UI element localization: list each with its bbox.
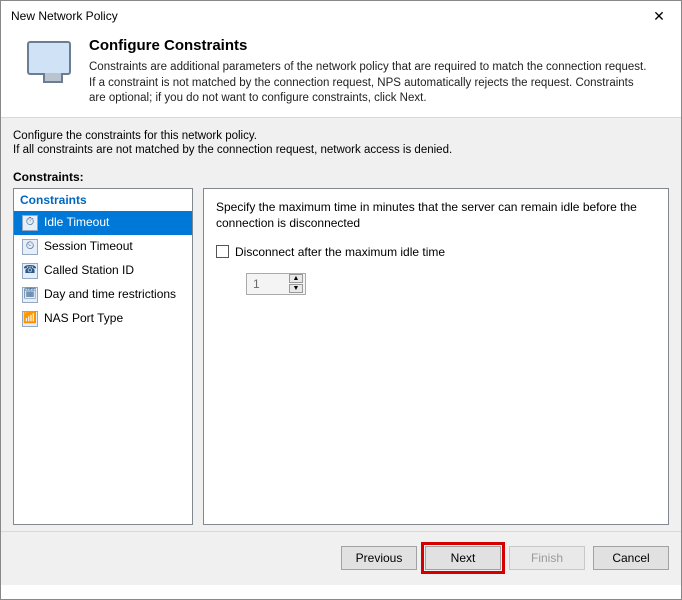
instruction-line-2: If all constraints are not matched by th…: [13, 144, 669, 156]
tree-item-session-timeout[interactable]: ⏲ Session Timeout: [14, 235, 192, 259]
tree-item-called-station-id[interactable]: ☎ Called Station ID: [14, 259, 192, 283]
idle-minutes-spinner[interactable]: 1 ▲ ▼: [246, 273, 306, 295]
constraint-detail-panel: Specify the maximum time in minutes that…: [203, 188, 669, 525]
chevron-down-icon[interactable]: ▼: [289, 284, 303, 293]
phone-icon: ☎: [22, 263, 38, 279]
heading-text: Configure Constraints Constraints are ad…: [89, 37, 649, 107]
calendar-icon: 🗓: [22, 287, 38, 303]
tree-item-day-time-restrictions[interactable]: 🗓 Day and time restrictions: [14, 283, 192, 307]
tree-item-idle-timeout[interactable]: ⏱ Idle Timeout: [14, 211, 192, 235]
tree-item-nas-port-type[interactable]: 📶 NAS Port Type: [14, 307, 192, 331]
wizard-body: Configure the constraints for this netwo…: [1, 117, 681, 531]
next-button[interactable]: Next: [425, 546, 501, 570]
cancel-button[interactable]: Cancel: [593, 546, 669, 570]
tree-item-label: Called Station ID: [44, 263, 134, 277]
disconnect-checkbox-label: Disconnect after the maximum idle time: [235, 245, 445, 259]
constraints-tree: Constraints ⏱ Idle Timeout ⏲ Session Tim…: [13, 188, 193, 525]
spinner-value: 1: [253, 277, 289, 291]
tree-item-label: Idle Timeout: [44, 215, 109, 229]
instruction-line-1: Configure the constraints for this netwo…: [13, 130, 669, 142]
disconnect-checkbox[interactable]: [216, 245, 229, 258]
wizard-header: Configure Constraints Constraints are ad…: [1, 31, 681, 117]
titlebar: New Network Policy ✕: [1, 1, 681, 31]
wizard-footer: Previous Next Finish Cancel: [1, 531, 681, 585]
close-icon[interactable]: ✕: [637, 1, 681, 31]
tree-item-label: Session Timeout: [44, 239, 133, 253]
constraints-section-label: Constraints:: [13, 170, 669, 184]
page-description: Constraints are additional parameters of…: [89, 60, 649, 107]
previous-button[interactable]: Previous: [341, 546, 417, 570]
window-title: New Network Policy: [11, 9, 118, 23]
clock-icon: ⏱: [22, 215, 38, 231]
constraints-tree-header: Constraints: [14, 189, 192, 211]
finish-button: Finish: [509, 546, 585, 570]
tree-item-label: NAS Port Type: [44, 311, 123, 325]
page-title: Configure Constraints: [89, 37, 649, 54]
chevron-up-icon[interactable]: ▲: [289, 274, 303, 283]
tree-item-label: Day and time restrictions: [44, 287, 176, 301]
constraint-description: Specify the maximum time in minutes that…: [216, 199, 656, 231]
antenna-icon: 📶: [22, 311, 38, 327]
policy-icon: [21, 41, 77, 97]
timer-icon: ⏲: [22, 239, 38, 255]
